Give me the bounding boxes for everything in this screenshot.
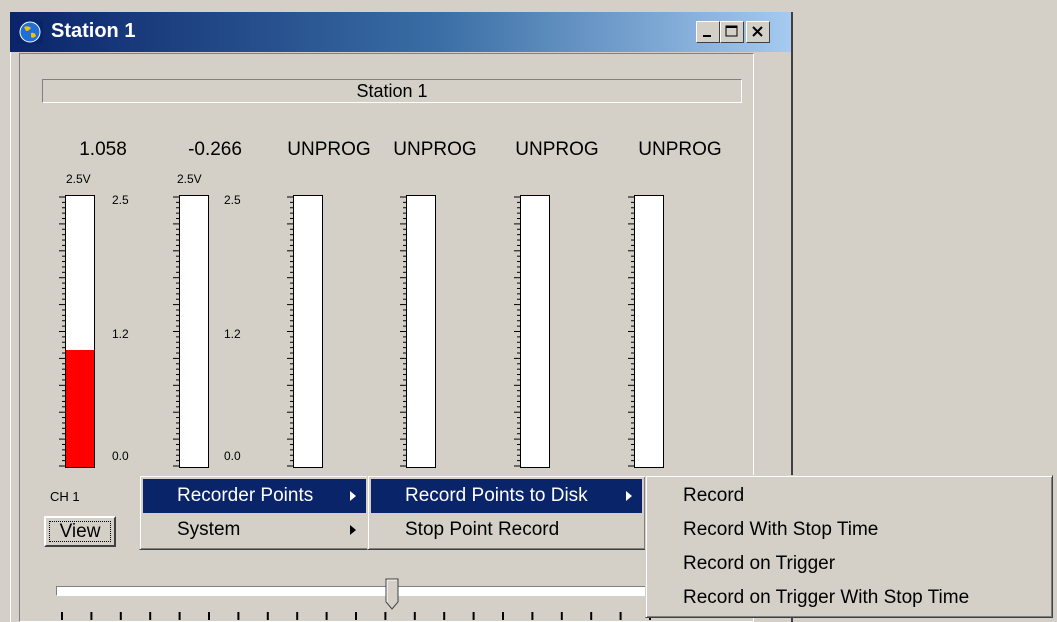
channel-2-ticks [173, 196, 180, 467]
slider-track[interactable] [56, 586, 656, 596]
menu-item-record-points-to-disk-label: Record Points to Disk [405, 485, 588, 506]
channel-5-level-bar [520, 195, 550, 468]
submenu-arrow-icon [350, 491, 356, 501]
menu-item-record-with-stop-time-label: Record With Stop Time [683, 519, 879, 540]
station-caption: Station 1 [42, 79, 742, 103]
channel-2-range: 2.5V [177, 172, 202, 186]
context-menu: Recorder Points System [139, 475, 370, 550]
channel-6-readout: UNPROG [638, 139, 722, 160]
record-to-disk-submenu: Record Record With Stop Time Record on T… [645, 475, 1053, 618]
channel-label: CH 1 [50, 489, 80, 504]
channel-1-scale-max: 2.5 [112, 193, 129, 207]
channel-4-level-bar [406, 195, 436, 468]
minimize-button[interactable] [696, 21, 720, 43]
channel-6-ticks [628, 196, 635, 467]
window-title: Station 1 [51, 20, 136, 42]
close-button[interactable] [746, 21, 770, 43]
menu-item-recorder-points-label: Recorder Points [177, 485, 314, 506]
channel-2-scale-mid: 1.2 [224, 327, 241, 341]
recorder-points-submenu: Record Points to Disk Stop Point Record [367, 475, 646, 550]
close-icon [752, 26, 763, 37]
globe-icon [17, 20, 43, 44]
channel-1-level-bar [65, 195, 95, 468]
menu-item-record[interactable]: Record [649, 479, 1049, 513]
channel-2-readout: -0.266 [188, 139, 242, 160]
menu-item-recorder-points[interactable]: Recorder Points [143, 479, 366, 513]
menu-item-record-on-trigger-label: Record on Trigger [683, 553, 836, 574]
channel-3-readout: UNPROG [287, 139, 371, 160]
channel-2-level-bar [179, 195, 209, 468]
minimize-icon [703, 35, 711, 37]
menu-item-record-on-trigger-with-stop-time[interactable]: Record on Trigger With Stop Time [649, 581, 1049, 615]
menu-item-record-on-trigger[interactable]: Record on Trigger [649, 547, 1049, 581]
channel-3-level-bar [293, 195, 323, 468]
menu-item-system[interactable]: System [143, 513, 366, 547]
submenu-arrow-icon [626, 491, 632, 501]
slider-thumb[interactable] [385, 578, 399, 610]
menu-item-system-label: System [177, 519, 241, 540]
menu-item-stop-point-record-label: Stop Point Record [405, 519, 560, 540]
maximize-icon [725, 25, 738, 37]
menu-item-record-on-trigger-with-stop-time-label: Record on Trigger With Stop Time [683, 587, 970, 608]
view-button[interactable]: View [44, 516, 116, 547]
slider-ticks [61, 612, 651, 620]
channel-6-level-bar [634, 195, 664, 468]
submenu-arrow-icon [350, 525, 356, 535]
channel-1-range: 2.5V [66, 172, 91, 186]
menu-item-record-label: Record [683, 485, 745, 506]
maximize-button[interactable] [720, 21, 744, 43]
channel-1-ticks [59, 196, 66, 467]
channel-5-ticks [514, 196, 521, 467]
channel-1-scale-min: 0.0 [112, 449, 129, 463]
channel-3-ticks [287, 196, 294, 467]
channel-2-scale-max: 2.5 [224, 193, 241, 207]
menu-item-record-points-to-disk[interactable]: Record Points to Disk [371, 479, 642, 513]
menu-item-stop-point-record[interactable]: Stop Point Record [371, 513, 642, 547]
channel-5-readout: UNPROG [515, 139, 599, 160]
channel-1-readout: 1.058 [79, 139, 127, 160]
channel-4-ticks [400, 196, 407, 467]
menu-item-record-with-stop-time[interactable]: Record With Stop Time [649, 513, 1049, 547]
channel-1-scale-mid: 1.2 [112, 327, 129, 341]
channel-2-scale-min: 0.0 [224, 449, 241, 463]
channel-4-readout: UNPROG [393, 139, 477, 160]
channel-1-level-fill [66, 350, 94, 467]
title-bar[interactable]: Station 1 [10, 12, 791, 52]
